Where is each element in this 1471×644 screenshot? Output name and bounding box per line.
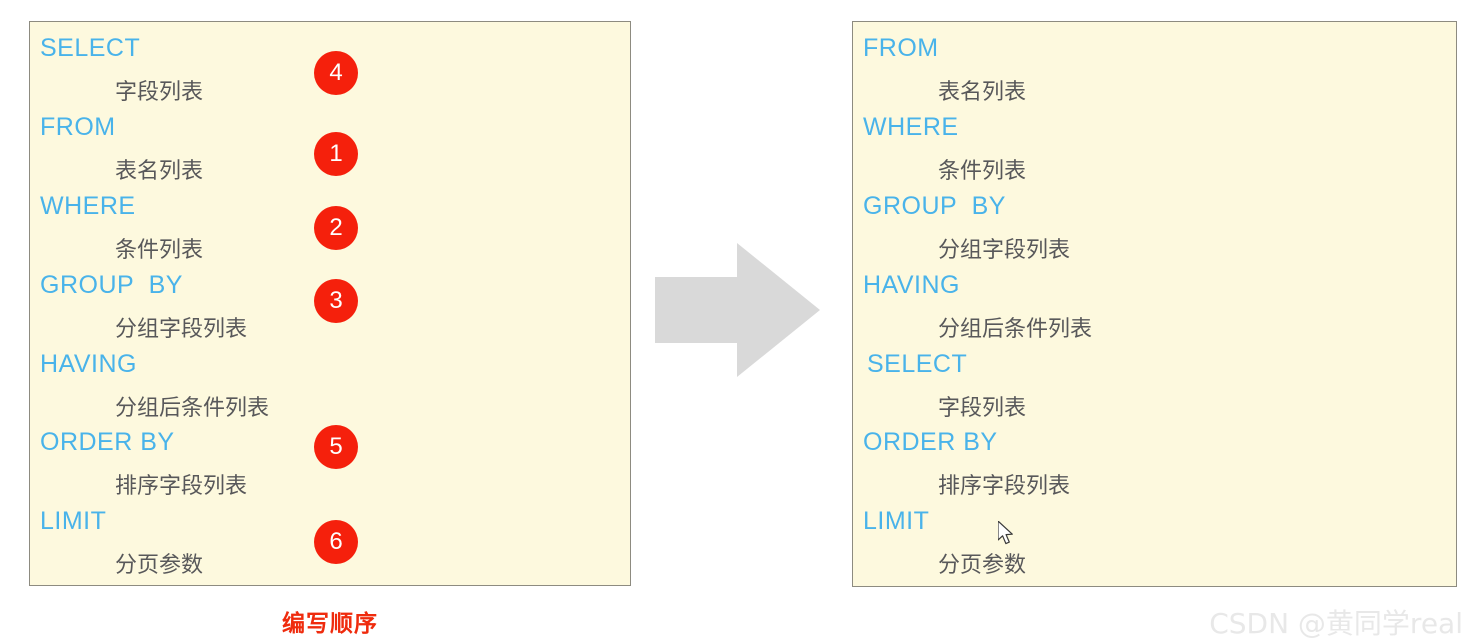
exec-value-group-condition-list: 分组后条件列表 xyxy=(938,317,1093,342)
value-condition-list: 条件列表 xyxy=(115,238,204,263)
execution-order-panel: FROM 表名列表 WHERE 条件列表 GROUP BY 分组字段列表 HAV… xyxy=(852,21,1457,587)
exec-value-sort-field-list: 排序字段列表 xyxy=(938,474,1071,499)
exec-keyword-from: FROM xyxy=(863,34,939,62)
writing-order-caption: 编写顺序 xyxy=(282,611,378,637)
order-badge-limit: 6 xyxy=(314,520,358,564)
exec-value-table-list: 表名列表 xyxy=(938,80,1027,105)
order-badge-from: 1 xyxy=(314,132,358,176)
exec-clause-row-order-by: ORDER BY 排序字段列表 xyxy=(853,428,1456,507)
keyword-select: SELECT xyxy=(40,34,141,62)
exec-value-condition-list: 条件列表 xyxy=(938,159,1027,184)
value-paging-params: 分页参数 xyxy=(115,553,204,578)
exec-keyword-order-by: ORDER BY xyxy=(863,428,998,456)
order-badge-where: 2 xyxy=(314,206,358,250)
exec-clause-row-limit: LIMIT 分页参数 xyxy=(853,507,1456,586)
exec-value-field-list: 字段列表 xyxy=(938,396,1027,421)
exec-clause-row-group-by: GROUP BY 分组字段列表 xyxy=(853,192,1456,271)
execution-order-clause-list: FROM 表名列表 WHERE 条件列表 GROUP BY 分组字段列表 HAV… xyxy=(853,22,1456,586)
value-field-list: 字段列表 xyxy=(115,80,204,105)
exec-keyword-where: WHERE xyxy=(863,113,959,141)
exec-keyword-having: HAVING xyxy=(863,271,960,299)
exec-keyword-group-by: GROUP BY xyxy=(863,192,1006,220)
exec-keyword-limit: LIMIT xyxy=(863,507,930,535)
value-table-list: 表名列表 xyxy=(115,159,204,184)
keyword-from: FROM xyxy=(40,113,116,141)
keyword-limit: LIMIT xyxy=(40,507,107,535)
csdn-watermark: CSDN @黄同学real xyxy=(1209,607,1463,640)
order-badge-group-by: 3 xyxy=(314,279,358,323)
keyword-group-by: GROUP BY xyxy=(40,271,183,299)
keyword-order-by: ORDER BY xyxy=(40,428,175,456)
exec-clause-row-from: FROM 表名列表 xyxy=(853,34,1456,113)
order-badge-order-by: 5 xyxy=(314,425,358,469)
exec-value-paging-params: 分页参数 xyxy=(938,553,1027,578)
writing-order-clause-list: SELECT 字段列表 FROM 表名列表 WHERE 条件列表 GROUP B… xyxy=(30,22,630,585)
exec-keyword-select: SELECT xyxy=(867,350,968,378)
right-arrow-icon xyxy=(655,243,820,377)
keyword-where: WHERE xyxy=(40,192,136,220)
value-group-condition-list: 分组后条件列表 xyxy=(115,396,270,421)
keyword-having: HAVING xyxy=(40,350,137,378)
order-badge-select: 4 xyxy=(314,51,358,95)
clause-row-having: HAVING 分组后条件列表 xyxy=(30,350,630,429)
writing-order-panel: SELECT 字段列表 FROM 表名列表 WHERE 条件列表 GROUP B… xyxy=(29,21,631,586)
exec-clause-row-where: WHERE 条件列表 xyxy=(853,113,1456,192)
exec-value-group-field-list: 分组字段列表 xyxy=(938,238,1071,263)
exec-clause-row-select: SELECT 字段列表 xyxy=(853,350,1456,429)
value-group-field-list: 分组字段列表 xyxy=(115,317,248,342)
exec-clause-row-having: HAVING 分组后条件列表 xyxy=(853,271,1456,350)
value-sort-field-list: 排序字段列表 xyxy=(115,474,248,499)
